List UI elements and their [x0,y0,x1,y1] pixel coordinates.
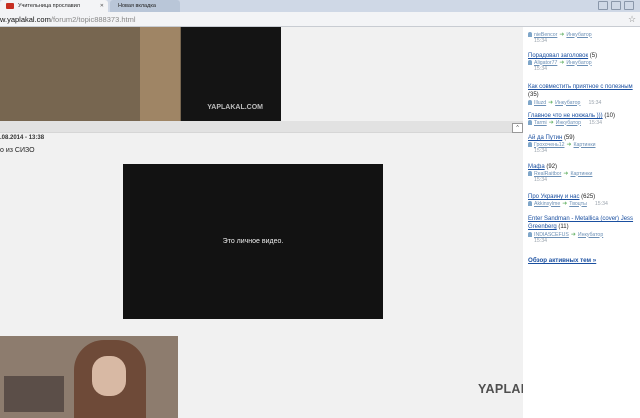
topic-link[interactable]: Про Украину и нас [528,194,580,200]
tab-active[interactable]: Учительница прославил ✕ [0,0,108,12]
post-image-top[interactable]: YAPLAKAL.COM [0,27,281,121]
list-item: nieBencor ➜ Инкубатор 15:34 [528,31,592,44]
user-icon [528,201,532,206]
user-icon [528,120,532,125]
user-icon [528,32,532,37]
post-text: о из СИЗО [0,147,35,154]
tab-new[interactable]: Новая вкладка [110,0,180,12]
arrow-right-icon: ➜ [562,201,568,207]
topic-link[interactable]: Как совместить приятное с полезным [528,84,633,90]
arrow-right-icon: ➜ [548,100,554,106]
arrow-right-icon: ➜ [570,232,576,238]
image-watermark: YAPLAKAL.COM [207,104,263,111]
list-item: Главное что не нокжаль ))) (10) Tarmi ➜ Ин… [528,113,615,126]
bookmark-star-icon[interactable]: ☆ [628,14,636,25]
tab-title: Учительница прославил [18,3,81,9]
maximize-icon[interactable] [611,1,621,10]
scroll-up-button[interactable]: ^ [512,123,523,133]
window-controls [598,1,634,10]
site-favicon-icon [6,3,14,9]
list-item: Как совместить приятное с полезным (35) … [528,84,633,106]
list-item: Ай да Путин (59) Грохочень12 ➜ Картинки 15… [528,135,596,154]
user-icon [528,232,532,237]
overview-active-topics-link[interactable]: Обзор активных тем » [528,257,596,264]
topic-link[interactable]: Ай да Путин [528,135,562,141]
close-icon[interactable]: ✕ [96,3,108,9]
topic-link[interactable]: Порадовал заголовок [528,53,588,59]
post-header-bar [0,121,523,133]
address-bar[interactable]: w.yaplakal.com/forum2/topic888373.html ☆ [0,12,640,27]
topic-link[interactable]: Главное что не нокжаль ))) [528,113,603,119]
tab-title: Новая вкладка [118,3,156,9]
arrow-right-icon: ➜ [563,171,569,177]
video-message: Это личное видео. [222,238,284,245]
arrow-right-icon: ➜ [548,120,554,126]
video-player[interactable]: Это личное видео. [123,164,383,319]
user-icon [528,60,532,65]
topic-link[interactable]: Enter Sandman - Metallica (cover) Jess G… [528,216,633,230]
close-window-icon[interactable] [624,1,634,10]
user-icon [528,142,532,147]
topic-link[interactable]: Мафа [528,164,545,170]
post-date: .08.2014 - 13:38 [0,135,45,141]
user-icon [528,171,532,176]
minimize-icon[interactable] [598,1,608,10]
url-field[interactable]: w.yaplakal.com/forum2/topic888373.html [0,15,136,24]
arrow-right-icon: ➜ [559,32,565,38]
list-item: Enter Sandman - Metallica (cover) Jess G… [528,216,634,244]
user-icon [528,100,532,105]
post-image-bottom[interactable] [0,336,178,418]
list-item: Про Украину и нас (625) Akkinsylme ➜ Твоцт… [528,194,608,207]
list-item: Мафа (92) RealRaitbor ➜ Картинки 15:34 [528,164,593,183]
arrow-right-icon: ➜ [559,60,565,66]
list-item: Порадовал заголовок (5) Aligator77 ➜ Инкуб… [528,53,598,72]
arrow-right-icon: ➜ [566,142,572,148]
